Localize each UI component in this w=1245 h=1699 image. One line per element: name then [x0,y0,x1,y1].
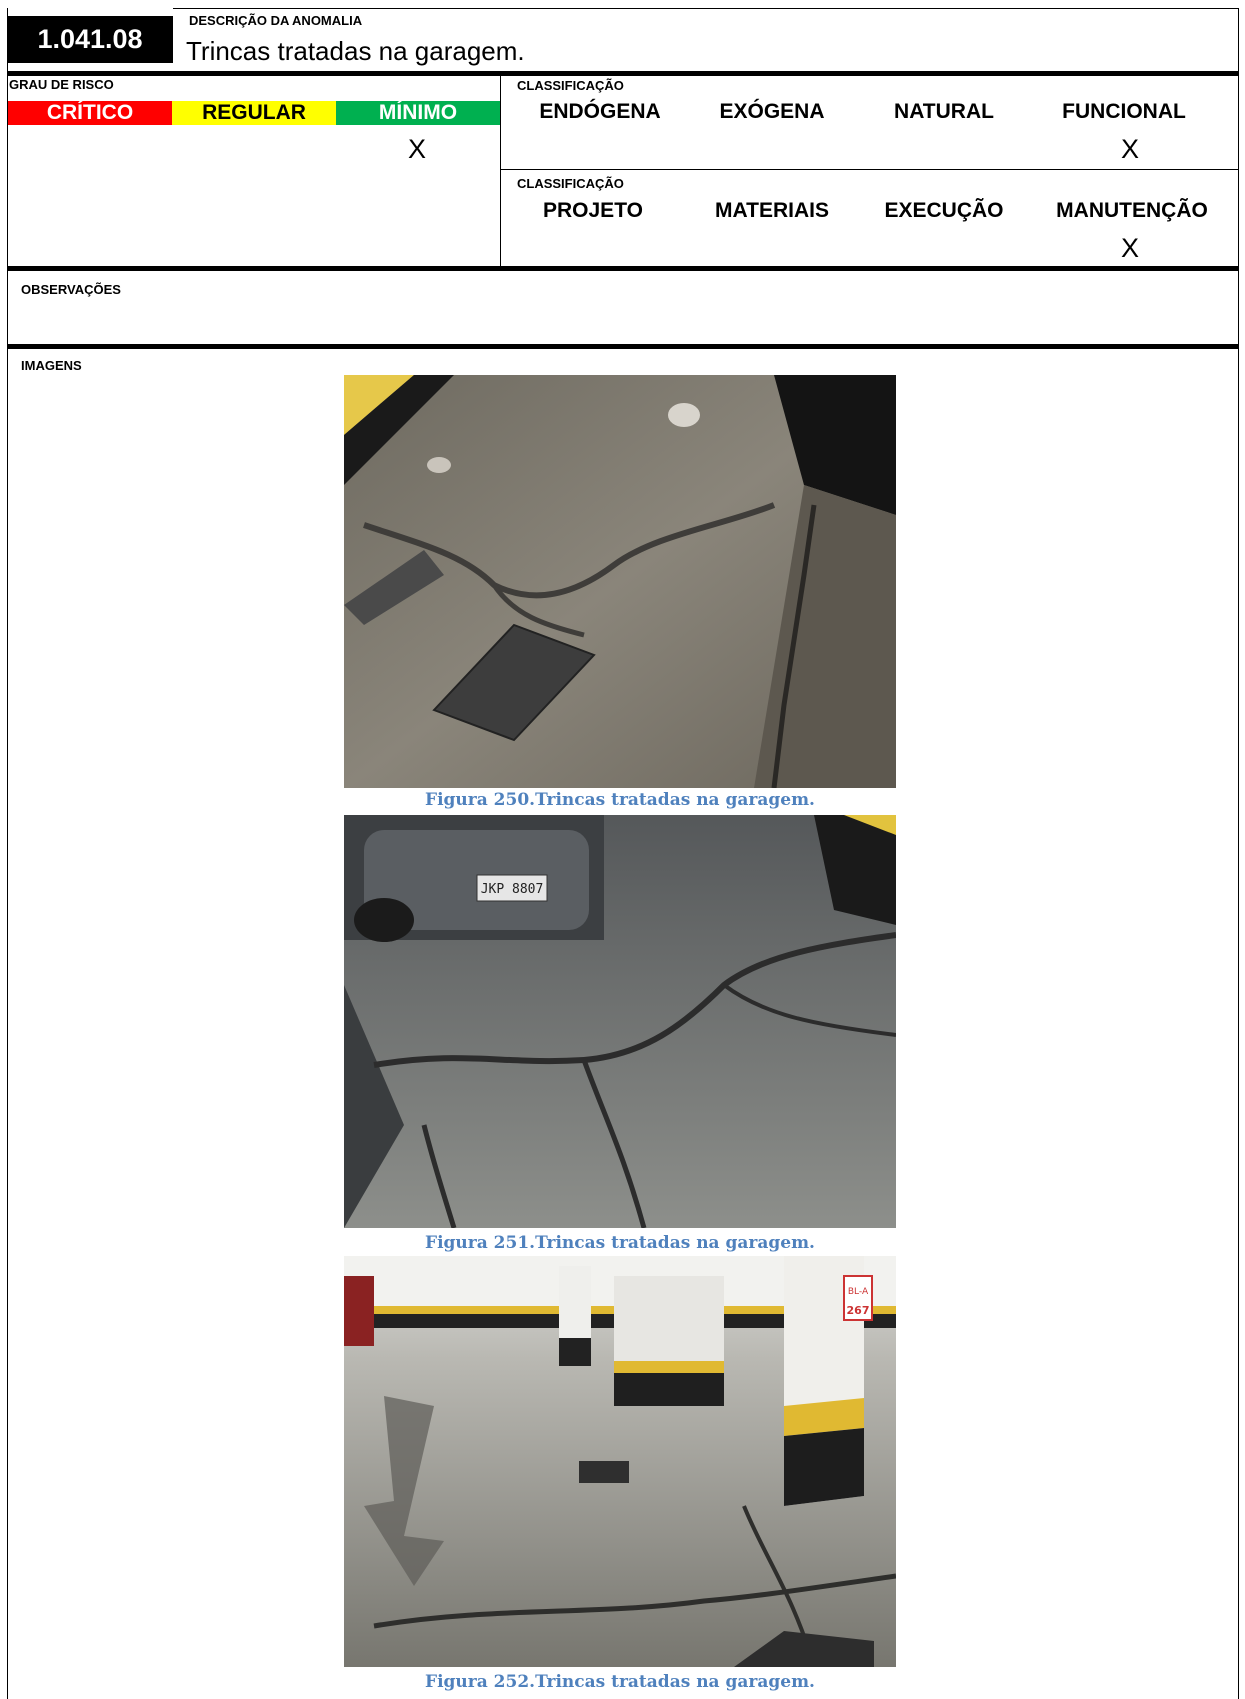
class-manutencao: MANUTENÇÃO [1056,199,1208,222]
risk-regular: REGULAR [172,101,336,125]
divider-header [7,71,1239,76]
class-funcional: FUNCIONAL [1062,100,1186,123]
risk-critical: CRÍTICO [8,101,172,125]
class-natural: NATURAL [894,100,994,123]
risk-minimum: MÍNIMO [336,101,500,125]
class-exogena: EXÓGENA [719,100,825,123]
photo-251: JKP 8807 [344,815,896,1228]
svg-text:267: 267 [847,1304,870,1317]
images-label: IMAGENS [21,358,82,373]
class-materiais: MATERIAIS [715,199,829,222]
class-funcional-mark: X [1121,134,1140,164]
caption-251: Figura 251.Trincas tratadas na garagem. [425,1233,815,1253]
frame-top [173,8,1239,9]
risk-label: GRAU DE RISCO [9,77,114,92]
observations-label: OBSERVAÇÕES [21,282,121,297]
divider-observations [7,266,1239,271]
risk-minimum-mark: X [408,134,427,164]
photo-250 [344,375,896,788]
classification-1-label: CLASSIFICAÇÃO [517,78,624,93]
divider-middle [500,74,501,266]
frame-right [1238,8,1239,1699]
class-endogena: ENDÓGENA [539,100,661,123]
description-label: DESCRIÇÃO DA ANOMALIA [189,13,363,28]
class-projeto: PROJETO [543,199,643,222]
svg-text:BL-A: BL-A [848,1287,869,1297]
divider-classification [500,169,1239,170]
caption-250: Figura 250.Trincas tratadas na garagem. [425,790,815,810]
class-manutencao-mark: X [1121,233,1140,263]
frame-left [7,8,8,1699]
description-text: Trincas tratadas na garagem. [186,36,525,66]
anomaly-id: 1.041.08 [7,16,173,63]
class-execucao: EXECUÇÃO [884,199,1004,222]
photo-252: BL-A 267 [344,1256,896,1667]
caption-252: Figura 252.Trincas tratadas na garagem. [425,1672,815,1692]
svg-text:JKP 8807: JKP 8807 [481,882,544,897]
divider-images [7,344,1239,349]
classification-2-label: CLASSIFICAÇÃO [517,176,624,191]
